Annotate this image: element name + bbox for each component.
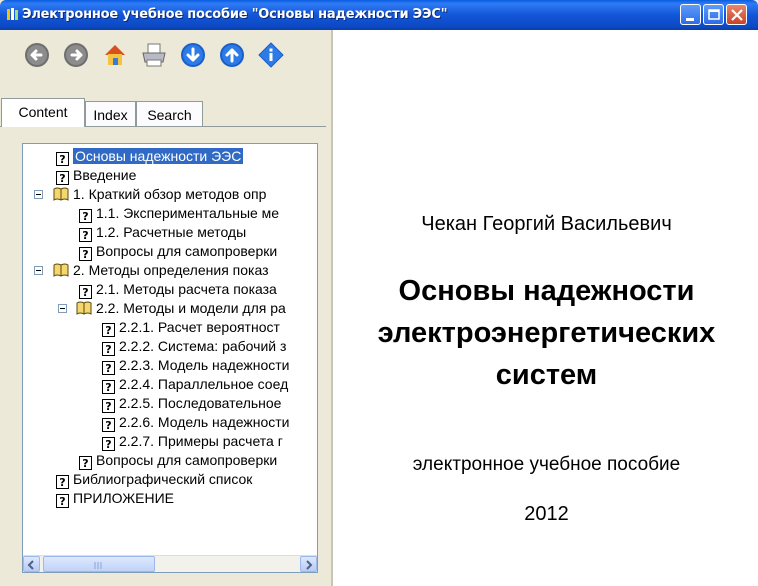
help-topic-icon: ? — [102, 418, 115, 432]
help-topic-icon: ? — [102, 342, 115, 356]
print-icon[interactable] — [141, 42, 167, 68]
down-icon[interactable] — [180, 42, 206, 68]
tree-item[interactable]: 2.2. Методы и модели для ра — [76, 299, 286, 318]
tab-bar: Content Index Search — [0, 98, 330, 127]
help-topic-icon: ? — [102, 323, 115, 337]
horizontal-scrollbar[interactable] — [23, 555, 317, 572]
help-topic-icon: ? — [56, 171, 69, 185]
tab-index[interactable]: Index — [85, 101, 136, 127]
chevron-right-icon — [306, 560, 313, 570]
toolbar — [0, 30, 330, 78]
tree-item[interactable]: ? Вопросы для самопроверки — [79, 451, 277, 470]
chevron-left-icon — [27, 560, 34, 570]
book-icon — [53, 187, 69, 201]
scroll-thumb[interactable] — [43, 556, 155, 572]
up-icon[interactable] — [219, 42, 245, 68]
help-topic-icon: ? — [79, 209, 92, 223]
home-icon[interactable] — [102, 42, 128, 68]
tree-item[interactable]: ? 1.1. Экспериментальные ме — [79, 204, 279, 223]
publication-year: 2012 — [524, 503, 569, 525]
book-icon — [76, 301, 92, 315]
tree-item[interactable]: 2. Методы определения показ — [53, 261, 269, 280]
help-topic-icon: ? — [56, 494, 69, 508]
maximize-icon — [708, 9, 720, 20]
tree-item[interactable]: ? Библиографический список — [56, 470, 252, 489]
document-title: Основы надежности электроэнергетических … — [333, 270, 758, 396]
help-topic-icon: ? — [56, 152, 69, 166]
tree-item[interactable]: ? Введение — [56, 166, 136, 185]
navigation-pane: Content Index Search ? Основы надежности … — [0, 30, 330, 586]
scroll-right-button[interactable] — [300, 556, 317, 572]
help-topic-icon: ? — [79, 285, 92, 299]
tree-item[interactable]: ? 2.2.5. Последовательное — [102, 394, 281, 413]
tree-item[interactable]: ? 2.2.2. Система: рабочий з — [102, 337, 286, 356]
tab-search[interactable]: Search — [136, 101, 203, 127]
help-topic-icon: ? — [56, 475, 69, 489]
title-line: систем — [495, 359, 598, 391]
collapse-toggle[interactable] — [34, 190, 43, 199]
close-button[interactable] — [726, 4, 747, 25]
info-icon[interactable] — [258, 42, 284, 68]
tree-item[interactable]: ? 2.2.3. Модель надежности — [102, 356, 290, 375]
contents-tree[interactable]: ? Основы надежности ЭЭС ? Введение 1. Крат… — [22, 143, 318, 573]
minimize-icon — [686, 18, 694, 21]
help-topic-icon: ? — [102, 361, 115, 375]
help-topic-icon: ? — [102, 380, 115, 394]
title-bar[interactable]: Электронное учебное пособие "Основы наде… — [0, 0, 758, 30]
help-topic-icon: ? — [79, 228, 92, 242]
help-topic-icon: ? — [102, 399, 115, 413]
help-topic-icon: ? — [79, 456, 92, 470]
author-name: Чекан Георгий Васильевич — [421, 213, 672, 235]
tree-item[interactable]: ? ПРИЛОЖЕНИЕ — [56, 489, 174, 508]
maximize-button[interactable] — [703, 4, 724, 25]
content-pane: Чекан Георгий Васильевич Основы надежнос… — [331, 30, 758, 586]
tree-item[interactable]: ? 2.2.1. Расчет вероятност — [102, 318, 280, 337]
document-subtitle: электронное учебное пособие — [412, 454, 681, 475]
help-topic-icon: ? — [79, 247, 92, 261]
collapse-toggle[interactable] — [34, 266, 43, 275]
help-topic-icon: ? — [102, 437, 115, 451]
tree-item[interactable]: ? 1.2. Расчетные методы — [79, 223, 246, 242]
grip-icon — [94, 562, 102, 569]
window-title: Электронное учебное пособие "Основы наде… — [22, 7, 448, 22]
collapse-toggle[interactable] — [58, 304, 67, 313]
tree-item[interactable]: ? 2.1. Методы расчета показа — [79, 280, 277, 299]
tree-item[interactable]: ? 2.2.7. Примеры расчета г — [102, 432, 283, 451]
scroll-left-button[interactable] — [23, 556, 40, 572]
tab-content[interactable]: Content — [1, 98, 85, 127]
tree-item[interactable]: 1. Краткий обзор методов опр — [53, 185, 266, 204]
tree-item[interactable]: ? Основы надежности ЭЭС — [56, 147, 244, 166]
app-window: Электронное учебное пособие "Основы наде… — [0, 0, 758, 586]
book-icon — [53, 263, 69, 277]
tree-item[interactable]: ? Вопросы для самопроверки — [79, 242, 277, 261]
close-icon — [731, 9, 743, 21]
minimize-button[interactable] — [680, 4, 701, 25]
tree-item[interactable]: ? 2.2.6. Модель надежности — [102, 413, 290, 432]
title-line: электроэнергетических — [377, 317, 716, 349]
back-icon[interactable] — [24, 42, 50, 68]
title-line: Основы надежности — [398, 275, 695, 307]
forward-icon[interactable] — [63, 42, 89, 68]
tree-item[interactable]: ? 2.2.4. Параллельное соед — [102, 375, 288, 394]
app-icon — [7, 8, 18, 20]
